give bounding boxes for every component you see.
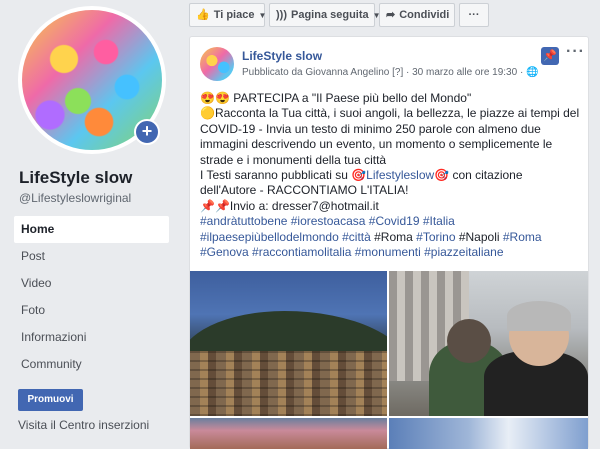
post-line: strade e i monumenti della tua città <box>200 152 387 167</box>
post-line: COVID-19 - Invia un testo di minimo 250 … <box>200 121 541 136</box>
post-meta: Pubblicato da Giovanna Angelino [?] · 30… <box>242 67 539 78</box>
share-button[interactable]: ➦ Condividi <box>379 3 455 27</box>
follow-button[interactable]: ))) Pagina seguita ▼ <box>269 3 381 27</box>
rss-icon: ))) <box>276 9 287 21</box>
email-link[interactable]: dresser7@hotmail.it <box>272 199 379 213</box>
page-handle[interactable]: @Lifestyleslowriginal <box>19 191 131 205</box>
post-line: immagini descrivendo un evento, un momen… <box>200 137 553 152</box>
photo-embrace[interactable] <box>389 271 588 416</box>
globe-icon: 🌐 <box>526 67 539 78</box>
page-action-bar: 👍 Ti piace ▼ ))) Pagina seguita ▼ ➦ Condividi… <box>189 3 589 29</box>
more-options-button[interactable]: ··· <box>459 3 489 27</box>
hashtag-line[interactable]: #Genova #raccontiamolitalia #monumenti #… <box>200 245 584 260</box>
page-nav: Home Post Video Foto Informazioni Commun… <box>14 216 169 378</box>
pin-icon[interactable]: 📌 <box>541 47 559 65</box>
share-arrow-icon: ➦ <box>386 9 396 21</box>
post-line: dell'Autore - RACCONTIAMO L'ITALIA! <box>200 183 409 198</box>
promote-button[interactable]: Promuovi <box>18 389 83 411</box>
page-mention-link[interactable]: Lifestyleslow <box>366 168 434 182</box>
chevron-down-icon: ▼ <box>258 11 267 20</box>
nav-item-foto[interactable]: Foto <box>14 297 169 324</box>
hashtag-line[interactable]: #andràtuttobene #iorestoacasa #Covid19 #… <box>200 214 584 229</box>
nav-item-video[interactable]: Video <box>14 270 169 297</box>
photo-sky[interactable] <box>389 418 588 449</box>
nav-item-community[interactable]: Community <box>14 351 169 378</box>
photo-coastal-town[interactable] <box>190 271 387 416</box>
nav-item-post[interactable]: Post <box>14 243 169 270</box>
thumbs-up-icon: 👍 <box>196 9 210 21</box>
photo-street[interactable] <box>190 418 387 449</box>
post-avatar[interactable] <box>200 47 234 81</box>
left-sidebar: + LifeStyle slow @Lifestyleslowriginal H… <box>0 0 178 449</box>
post-line: 😍😍 PARTECIPA a "Il Paese più bello del M… <box>200 91 472 105</box>
post-line: I Testi saranno pubblicati su 🎯Lifestyle… <box>200 168 523 183</box>
page-title[interactable]: LifeStyle slow <box>19 168 132 188</box>
nav-item-informazioni[interactable]: Informazioni <box>14 324 169 351</box>
nav-item-home[interactable]: Home <box>14 216 169 243</box>
like-button[interactable]: 👍 Ti piace ▼ <box>189 3 267 27</box>
photo-collage <box>190 271 588 449</box>
post-line: 🟡Racconta la Tua città, i suoi angoli, l… <box>200 106 580 121</box>
ads-center-link[interactable]: Visita il Centro inserzioni <box>18 418 149 432</box>
post-line: 📌📌Invio a: dresser7@hotmail.it <box>200 198 379 213</box>
post-card: LifeStyle slow Pubblicato da Giovanna An… <box>189 36 589 449</box>
add-photo-icon[interactable]: + <box>134 119 160 145</box>
post-author[interactable]: LifeStyle slow <box>242 49 322 63</box>
post-body: 😍😍 PARTECIPA a "Il Paese più bello del M… <box>200 91 584 260</box>
hashtag-line[interactable]: #ilpaesepiùbellodelmondo #città #Roma #T… <box>200 230 584 245</box>
post-more-button[interactable]: ··· <box>566 43 585 61</box>
